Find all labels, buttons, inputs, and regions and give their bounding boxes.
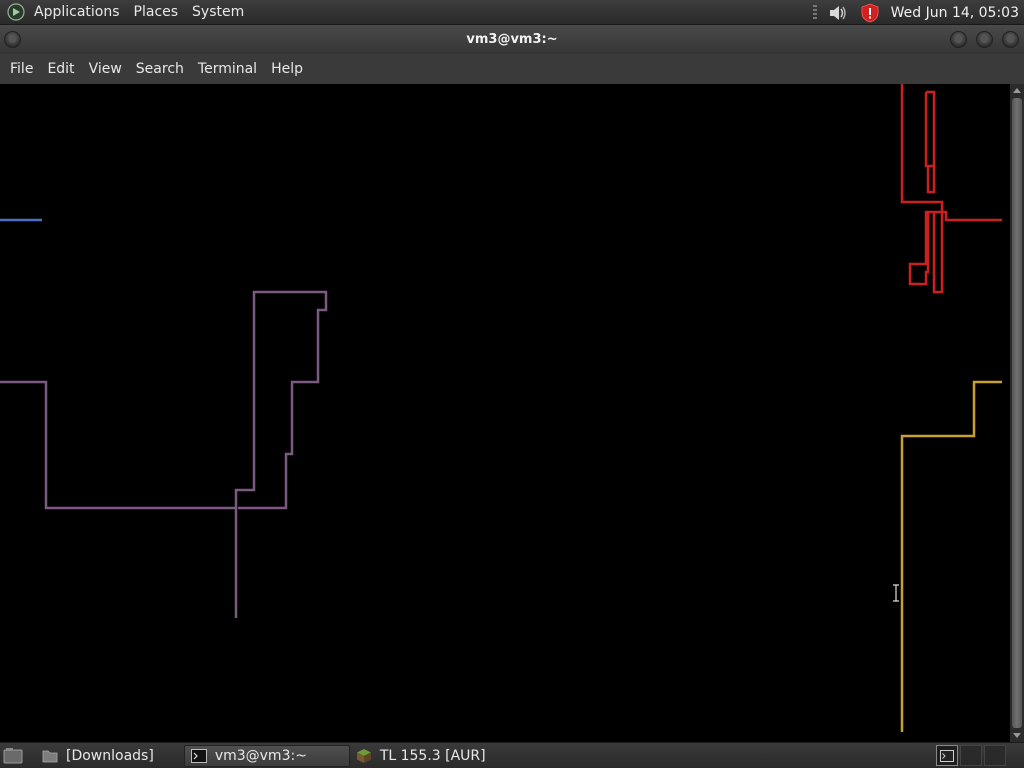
terminal-icon xyxy=(190,748,207,764)
red-trail xyxy=(900,84,1002,294)
terminal-scrollbar[interactable] xyxy=(1010,84,1024,742)
terminal-area[interactable] xyxy=(0,84,1010,742)
top-panel: Applications Places System Wed Jun 14, 0… xyxy=(0,0,1024,25)
menu-edit[interactable]: Edit xyxy=(40,54,81,84)
task-label: [Downloads] xyxy=(66,747,154,764)
menu-terminal[interactable]: Terminal xyxy=(191,54,264,84)
menu-file[interactable]: File xyxy=(3,54,40,84)
places-menu[interactable]: Places xyxy=(127,0,186,25)
close-button[interactable] xyxy=(1002,31,1019,48)
workspace-2[interactable] xyxy=(960,745,982,766)
window-menu-button[interactable] xyxy=(4,31,21,48)
purple-trail xyxy=(0,290,328,618)
show-desktop-icon[interactable] xyxy=(2,745,24,767)
minimize-button[interactable] xyxy=(950,31,967,48)
workspace-window-icon xyxy=(940,749,954,762)
maximize-button[interactable] xyxy=(976,31,993,48)
workspace-1[interactable] xyxy=(936,745,958,766)
task-label: TL 155.3 [AUR] xyxy=(379,747,486,764)
window-titlebar[interactable]: vm3@vm3:~ xyxy=(0,25,1024,54)
window-title: vm3@vm3:~ xyxy=(466,32,558,47)
scroll-down-icon[interactable] xyxy=(1013,733,1021,738)
red-trail-inner xyxy=(924,90,936,194)
folder-icon xyxy=(42,748,58,764)
task-terminal[interactable]: vm3@vm3:~ xyxy=(183,744,350,767)
system-menu[interactable]: System xyxy=(185,0,251,25)
top-menu: Applications Places System xyxy=(0,0,251,25)
distro-logo-icon[interactable] xyxy=(6,2,26,22)
task-game[interactable]: TL 155.3 [AUR] xyxy=(350,745,492,767)
game-canvas xyxy=(0,84,1002,732)
scrollbar-thumb[interactable] xyxy=(1012,98,1022,728)
bottom-panel: [Downloads] vm3@vm3:~ TL 155.3 [AUR] xyxy=(0,742,1024,768)
menu-search[interactable]: Search xyxy=(129,54,191,84)
menu-help[interactable]: Help xyxy=(264,54,310,84)
applications-menu[interactable]: Applications xyxy=(27,0,127,25)
panel-handle[interactable] xyxy=(812,4,817,21)
yellow-trail xyxy=(900,380,1002,732)
task-downloads[interactable]: [Downloads] xyxy=(36,745,160,767)
volume-icon[interactable] xyxy=(827,2,849,24)
workspace-3[interactable] xyxy=(984,745,1006,766)
scroll-up-icon[interactable] xyxy=(1013,88,1021,93)
terminal-menubar: File Edit View Search Terminal Help xyxy=(0,54,1024,84)
update-shield-icon[interactable] xyxy=(859,2,881,24)
ibeam-cursor-icon xyxy=(893,584,899,602)
task-label: vm3@vm3:~ xyxy=(214,747,307,764)
game-block-icon xyxy=(356,748,372,764)
clock[interactable]: Wed Jun 14, 05:03 xyxy=(891,5,1024,21)
tray-area: Wed Jun 14, 05:03 xyxy=(812,0,1024,25)
menu-view[interactable]: View xyxy=(82,54,129,84)
